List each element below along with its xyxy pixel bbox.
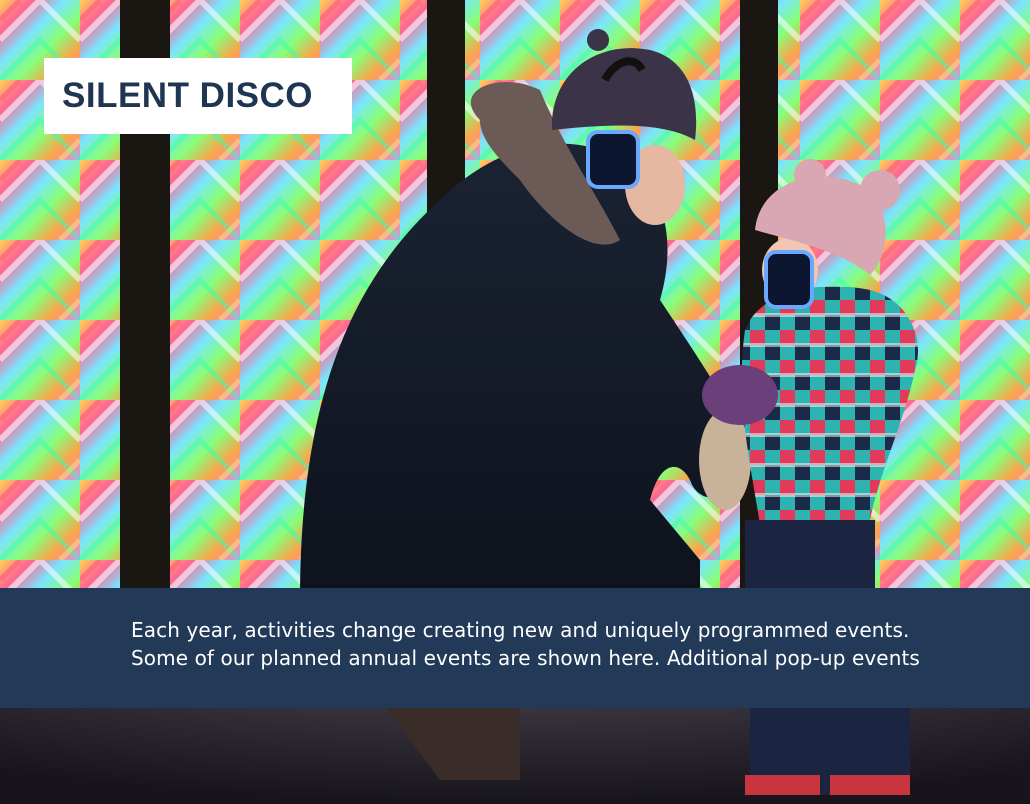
title-card: SILENT DISCO: [44, 58, 352, 134]
intro-band: Each year, activities change creating ne…: [0, 588, 1030, 708]
intro-text-line-1: Each year, activities change creating ne…: [131, 618, 910, 642]
page-title: SILENT DISCO: [62, 76, 314, 115]
page: SILENT DISCO Each year, activities chang…: [0, 0, 1030, 804]
intro-text-line-2: Some of our planned annual events are sh…: [131, 646, 920, 670]
